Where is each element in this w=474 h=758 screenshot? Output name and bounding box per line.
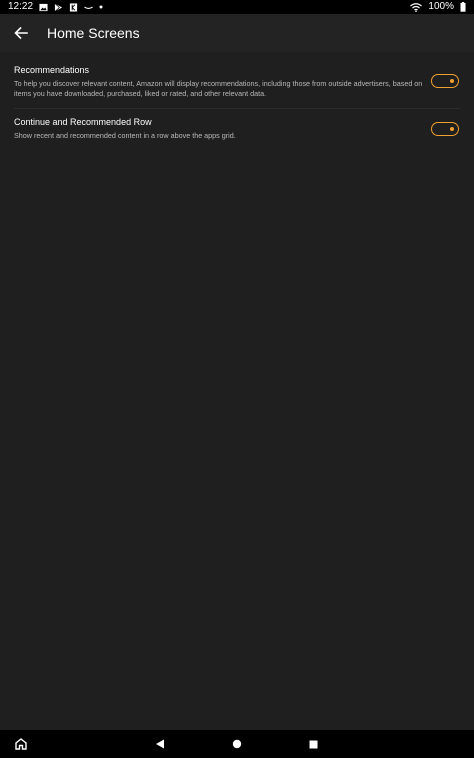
recommendations-toggle[interactable]	[431, 74, 459, 88]
recents-square-icon	[309, 740, 317, 748]
screen: 12:22 100% Home Screens Recommendations …	[0, 0, 474, 758]
status-bar: 12:22 100%	[0, 0, 474, 14]
setting-description: Show recent and recommended content in a…	[14, 131, 236, 140]
nav-back-button[interactable]	[145, 730, 175, 758]
home-icon	[15, 738, 27, 750]
setting-title: Recommendations	[14, 65, 90, 75]
setting-description: To help you discover relevant content, A…	[14, 79, 423, 98]
back-arrow-icon	[14, 27, 28, 39]
home-button[interactable]	[6, 730, 36, 758]
back-triangle-icon	[156, 739, 164, 749]
status-right: 100%	[410, 0, 466, 14]
home-circle-icon	[232, 739, 242, 749]
play-store-icon	[54, 2, 63, 12]
setting-recommendations[interactable]: Recommendations To help you discover rel…	[0, 52, 474, 108]
dot-icon	[99, 5, 103, 9]
toggle-knob	[450, 78, 454, 83]
nav-home-button[interactable]	[222, 730, 252, 758]
setting-continue-recommended-row[interactable]: Continue and Recommended Row Show recent…	[0, 109, 474, 149]
page-title: Home Screens	[47, 25, 140, 41]
status-left: 12:22	[8, 0, 103, 14]
battery-text: 100%	[428, 1, 454, 12]
kindle-icon	[69, 2, 78, 12]
continue-recommended-row-toggle[interactable]	[431, 122, 459, 136]
amazon-smile-icon	[84, 6, 93, 9]
nav-bar	[0, 730, 474, 758]
battery-icon	[460, 2, 466, 12]
status-time: 12:22	[8, 1, 34, 12]
toggle-knob	[450, 126, 454, 131]
app-bar: Home Screens	[0, 14, 474, 52]
image-icon	[39, 3, 48, 11]
setting-title: Continue and Recommended Row	[14, 117, 152, 127]
back-button[interactable]	[8, 21, 34, 45]
nav-recents-button[interactable]	[298, 730, 328, 758]
wifi-icon	[410, 2, 423, 12]
